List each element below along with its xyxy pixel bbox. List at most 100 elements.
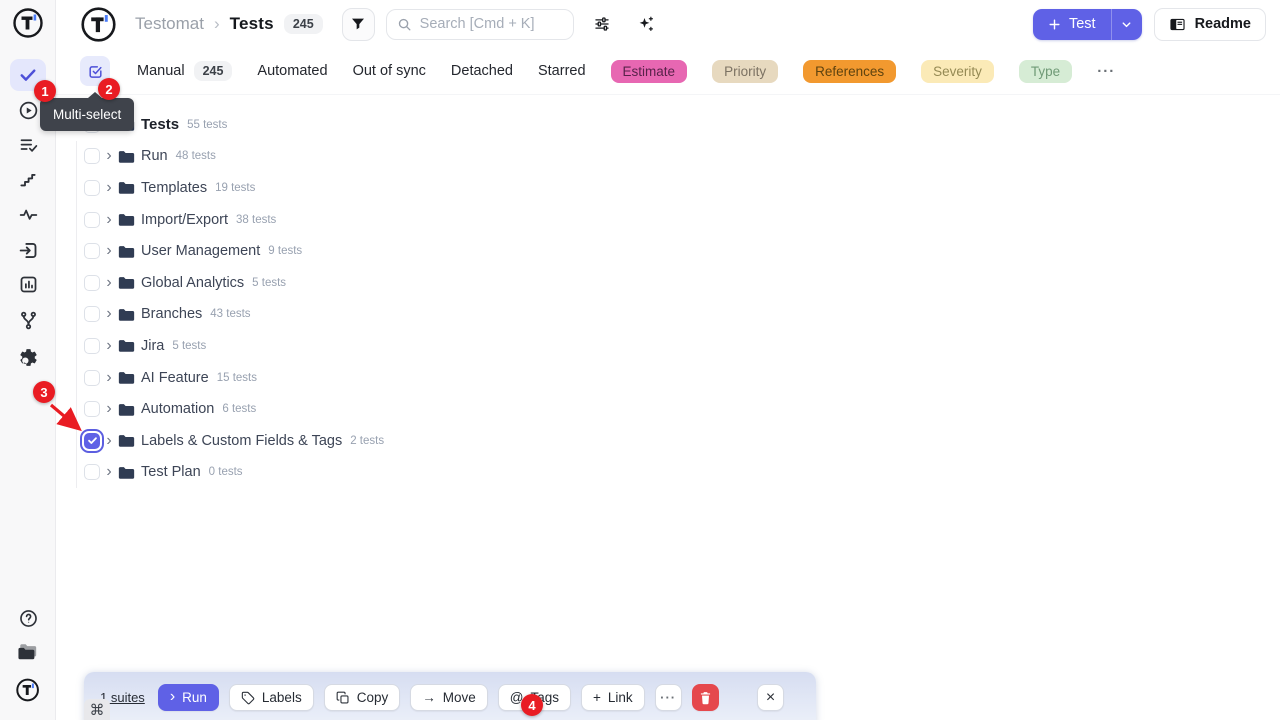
tree-row-test-plan[interactable]: › Test Plan 0 tests	[56, 457, 1280, 489]
close-icon: ×	[766, 689, 775, 707]
row-label[interactable]: AI Feature	[141, 370, 209, 386]
more-pills-button[interactable]: ···	[1097, 63, 1115, 80]
row-label[interactable]: Test Plan	[141, 464, 201, 480]
row-label[interactable]: Automation	[141, 401, 214, 417]
ai-sparkles-icon[interactable]	[637, 15, 655, 33]
copy-button[interactable]: Copy	[324, 684, 401, 711]
row-label[interactable]: Jira	[141, 338, 164, 354]
row-checkbox[interactable]	[84, 464, 100, 480]
filter-button[interactable]	[342, 8, 375, 41]
run-label: Run	[182, 690, 207, 705]
labels-button[interactable]: Labels	[229, 684, 314, 711]
sidebar-item-reports[interactable]	[10, 268, 46, 300]
tab-out-of-sync[interactable]: Out of sync	[353, 63, 426, 79]
tag-pill-type[interactable]: Type	[1019, 60, 1072, 83]
testomat-logo-icon[interactable]	[12, 6, 45, 40]
sidebar-item-projects[interactable]	[10, 636, 46, 668]
chevron-right-icon[interactable]: ›	[105, 370, 113, 386]
tree-row-user-management[interactable]: › User Management 9 tests	[56, 235, 1280, 267]
copy-icon	[336, 691, 350, 705]
page-title: Tests	[230, 14, 274, 34]
chevron-right-icon[interactable]: ›	[105, 306, 113, 322]
tag-pill-estimate[interactable]: Estimate	[611, 60, 688, 83]
multi-select-tooltip: Multi-select	[40, 98, 134, 131]
more-actions-button[interactable]: ···	[655, 684, 682, 711]
row-label[interactable]: User Management	[141, 243, 260, 259]
chevron-right-icon[interactable]: ›	[105, 338, 113, 354]
chevron-right-icon[interactable]: ›	[105, 180, 113, 196]
link-label: Link	[608, 690, 633, 705]
chevron-right-icon[interactable]: ›	[105, 275, 113, 291]
new-test-dropdown-button[interactable]	[1111, 9, 1142, 40]
copy-label: Copy	[357, 690, 389, 705]
tab-detached[interactable]: Detached	[451, 63, 513, 79]
run-button[interactable]: › Run	[158, 684, 219, 711]
chevron-right-icon[interactable]: ›	[105, 433, 113, 449]
row-checkbox[interactable]	[84, 180, 100, 196]
chevron-right-icon[interactable]: ›	[105, 243, 113, 259]
search-box[interactable]	[386, 9, 574, 40]
sidebar-item-settings[interactable]	[10, 341, 46, 373]
readme-label: Readme	[1195, 16, 1251, 32]
sidebar-item-help[interactable]	[10, 602, 46, 634]
sidebar-item-steps[interactable]	[10, 164, 46, 196]
folder-icon	[118, 212, 135, 227]
row-label[interactable]: Import/Export	[141, 212, 228, 228]
row-checkbox[interactable]	[84, 212, 100, 228]
tab-starred[interactable]: Starred	[538, 63, 586, 79]
sidebar-item-branches[interactable]	[10, 304, 46, 336]
new-test-button[interactable]: Test	[1033, 9, 1111, 40]
sidebar-item-analytics-pulse[interactable]	[10, 198, 46, 230]
project-logo-icon[interactable]	[80, 6, 117, 43]
tree-row-labels-custom-fields-tags[interactable]: › Labels & Custom Fields & Tags 2 tests	[56, 425, 1280, 457]
folder-icon	[118, 275, 135, 290]
new-test-split-button: Test	[1033, 9, 1142, 40]
breadcrumb-app[interactable]: Testomat	[135, 14, 204, 34]
row-checkbox[interactable]	[84, 370, 100, 386]
row-count: 5 tests	[172, 340, 206, 352]
tree-row-branches[interactable]: › Branches 43 tests	[56, 299, 1280, 331]
readme-button[interactable]: Readme	[1154, 8, 1266, 41]
chevron-right-icon[interactable]: ›	[105, 212, 113, 228]
sidebar-account-logo-icon[interactable]	[10, 674, 46, 706]
search-input[interactable]	[420, 16, 563, 32]
tree-row-automation[interactable]: › Automation 6 tests	[56, 393, 1280, 425]
delete-button[interactable]	[692, 684, 719, 711]
cmd-key-hint: ⌘	[84, 699, 110, 720]
row-checkbox[interactable]	[84, 338, 100, 354]
tree-row-run[interactable]: › Run 48 tests	[56, 141, 1280, 173]
row-checkbox[interactable]	[84, 243, 100, 259]
row-label[interactable]: Branches	[141, 306, 202, 322]
close-actions-bar-button[interactable]: ×	[757, 684, 784, 711]
row-checkbox[interactable]	[84, 275, 100, 291]
sidebar-item-import[interactable]	[10, 234, 46, 266]
row-checkbox[interactable]	[84, 306, 100, 322]
tree-row-global-analytics[interactable]: › Global Analytics 5 tests	[56, 267, 1280, 299]
tag-pill-priority[interactable]: Priority	[712, 60, 778, 83]
row-checkbox[interactable]	[84, 148, 100, 164]
chevron-right-icon[interactable]: ›	[105, 148, 113, 164]
tree-row-jira[interactable]: › Jira 5 tests	[56, 330, 1280, 362]
tab-automated[interactable]: Automated	[257, 63, 327, 79]
row-label[interactable]: Tests	[141, 116, 179, 133]
tag-pill-severity[interactable]: Severity	[921, 60, 994, 83]
row-label[interactable]: Global Analytics	[141, 275, 244, 291]
tab-manual[interactable]: Manual 245	[137, 61, 232, 81]
top-header: Testomat › Tests 245 Test	[56, 0, 1280, 48]
tag-pill-references[interactable]: References	[803, 60, 896, 83]
link-button[interactable]: + Link	[581, 684, 645, 711]
annotation-badge-4: 4	[521, 694, 543, 716]
chevron-right-icon[interactable]: ›	[105, 401, 113, 417]
tree-row-tests[interactable]: › Tests 55 tests	[56, 109, 1280, 141]
filter-tabs-row: Manual 245 Automated Out of sync Detache…	[56, 48, 1280, 95]
view-settings-icon[interactable]	[593, 15, 611, 33]
tree-row-templates[interactable]: › Templates 19 tests	[56, 172, 1280, 204]
row-label[interactable]: Run	[141, 148, 168, 164]
move-button[interactable]: → Move	[410, 684, 488, 711]
tree-row-ai-feature[interactable]: › AI Feature 15 tests	[56, 362, 1280, 394]
sidebar-item-test-plans[interactable]	[10, 129, 46, 161]
row-label[interactable]: Labels & Custom Fields & Tags	[141, 433, 342, 449]
chevron-right-icon[interactable]: ›	[105, 464, 113, 480]
tree-row-import-export[interactable]: › Import/Export 38 tests	[56, 204, 1280, 236]
row-label[interactable]: Templates	[141, 180, 207, 196]
